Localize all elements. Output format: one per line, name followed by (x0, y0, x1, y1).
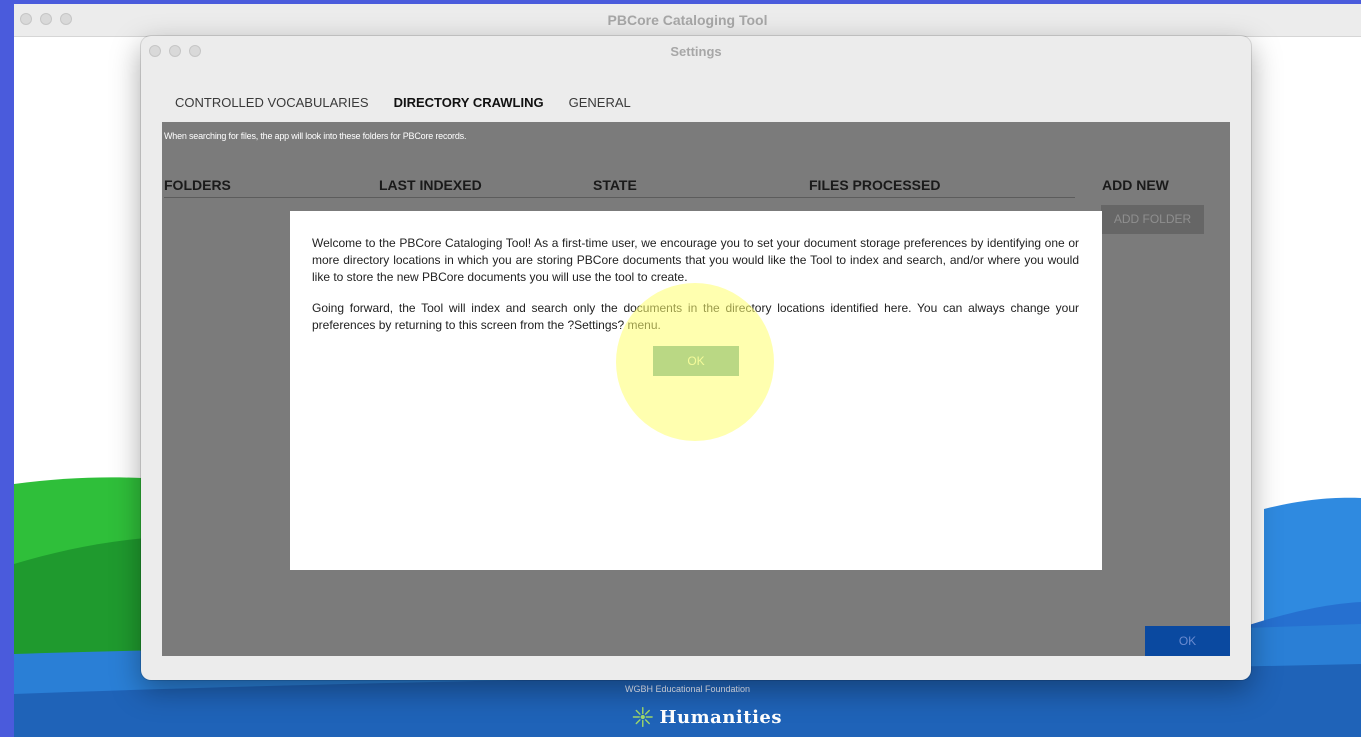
column-header-folders: FOLDERS (164, 177, 231, 193)
app-title: PBCore Cataloging Tool (607, 12, 768, 28)
settings-ok-button[interactable]: OK (1145, 626, 1230, 656)
header-divider (164, 197, 1075, 198)
settings-title: Settings (670, 44, 722, 59)
panel-hint: When searching for files, the app will l… (164, 131, 467, 141)
main-titlebar: PBCore Cataloging Tool (14, 4, 1361, 37)
tab-controlled-vocabularies[interactable]: CONTROLLED VOCABULARIES (175, 95, 369, 110)
settings-titlebar: Settings (141, 36, 1251, 66)
settings-tabs: CONTROLLED VOCABULARIES DIRECTORY CRAWLI… (175, 95, 656, 110)
dialog-ok-button[interactable]: OK (653, 346, 739, 376)
column-header-files-processed: FILES PROCESSED (809, 177, 941, 193)
dialog-paragraph-1: Welcome to the PBCore Cataloging Tool! A… (312, 236, 1079, 284)
add-new-label: ADD NEW (1102, 177, 1169, 193)
welcome-dialog: Welcome to the PBCore Cataloging Tool! A… (290, 211, 1102, 570)
add-folder-button[interactable]: ADD FOLDER (1101, 205, 1204, 234)
column-header-state: STATE (593, 177, 637, 193)
tab-directory-crawling[interactable]: DIRECTORY CRAWLING (394, 95, 544, 110)
column-header-last-indexed: LAST INDEXED (379, 177, 482, 193)
dialog-paragraph-2: Going forward, the Tool will index and s… (312, 301, 1079, 332)
logo-text: Humanities (659, 706, 782, 728)
tab-general[interactable]: GENERAL (569, 95, 631, 110)
humanities-logo: Humanities (632, 700, 782, 734)
sunburst-icon (632, 706, 653, 728)
footer-org: WGBH Educational Foundation (624, 684, 751, 694)
